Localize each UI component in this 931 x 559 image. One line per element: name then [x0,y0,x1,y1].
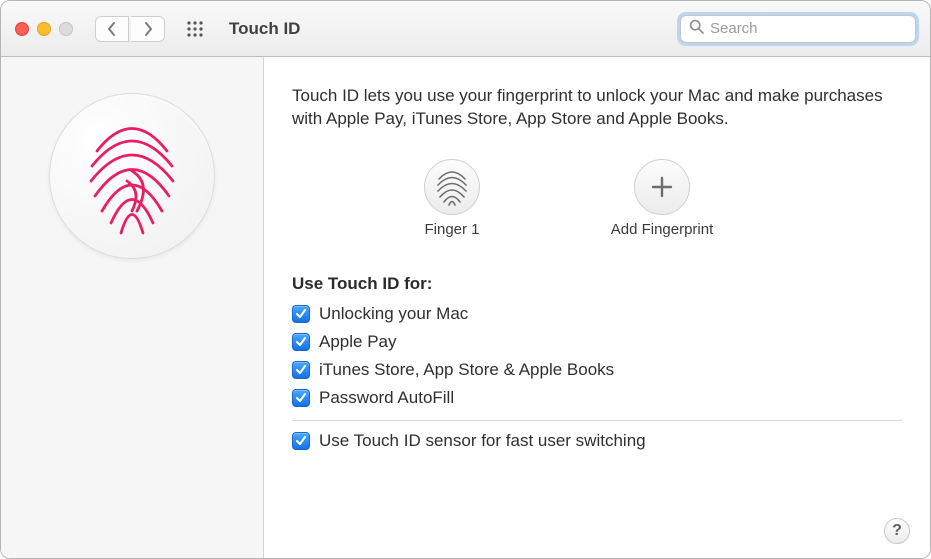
fingerprint-thumb-icon [424,159,480,215]
chevron-left-icon [107,22,117,36]
checkbox-icon [292,432,310,450]
plus-icon [634,159,690,215]
back-button[interactable] [95,16,129,42]
option-label: Password AutoFill [319,388,454,408]
fingerprint-item[interactable]: Finger 1 [392,159,512,238]
close-window-button[interactable] [15,22,29,36]
nav-buttons [95,16,165,42]
preferences-window: Touch ID [0,0,931,559]
help-button[interactable]: ? [884,518,910,544]
checkbox-icon [292,333,310,351]
checkbox-icon [292,361,310,379]
search-field-wrap[interactable] [680,15,916,43]
divider [292,420,902,421]
zoom-window-button [59,22,73,36]
option-stores[interactable]: iTunes Store, App Store & Apple Books [292,360,902,380]
intro-text: Touch ID lets you use your fingerprint t… [292,85,902,131]
checkbox-icon [292,389,310,407]
add-fingerprint-label: Add Fingerprint [611,221,714,238]
grid-icon [186,20,204,38]
option-unlock-mac[interactable]: Unlocking your Mac [292,304,902,324]
chevron-right-icon [143,22,153,36]
search-icon [689,19,704,39]
page-title: Touch ID [229,19,300,39]
window-controls [15,22,73,36]
touch-id-hero-icon [49,93,215,259]
fingerprint-icon [77,111,187,241]
option-password-autofill[interactable]: Password AutoFill [292,388,902,408]
option-label: iTunes Store, App Store & Apple Books [319,360,614,380]
option-label: Use Touch ID sensor for fast user switch… [319,431,646,451]
checkbox-icon [292,305,310,323]
option-fast-user-switching[interactable]: Use Touch ID sensor for fast user switch… [292,431,902,451]
forward-button[interactable] [131,16,165,42]
option-apple-pay[interactable]: Apple Pay [292,332,902,352]
show-all-prefs-button[interactable] [179,16,211,42]
add-fingerprint-button[interactable]: Add Fingerprint [602,159,722,238]
option-label: Apple Pay [319,332,397,352]
touch-id-options: Unlocking your Mac Apple Pay iTunes Stor… [292,304,902,408]
fingerprint-label: Finger 1 [424,221,479,238]
minimize-window-button[interactable] [37,22,51,36]
sidebar [1,57,264,558]
help-icon: ? [892,522,902,540]
fingerprint-row: Finger 1 Add Fingerprint [392,159,902,238]
titlebar: Touch ID [1,1,930,57]
main-panel: Touch ID lets you use your fingerprint t… [264,57,930,558]
section-heading: Use Touch ID for: [292,274,902,294]
body: Touch ID lets you use your fingerprint t… [1,57,930,558]
option-label: Unlocking your Mac [319,304,468,324]
search-input[interactable] [710,20,909,37]
